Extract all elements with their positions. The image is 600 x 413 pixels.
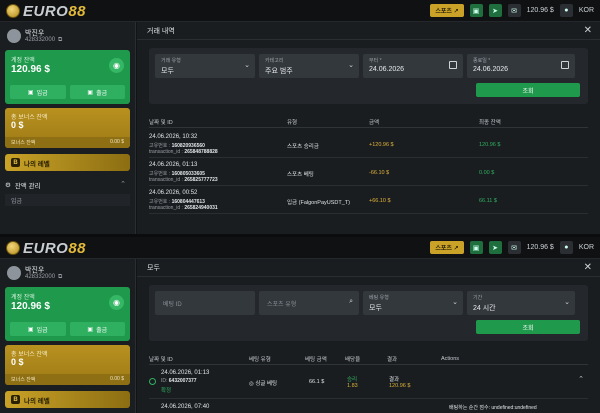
period-select[interactable]: 기간 24 시간 ⌄ [467,291,575,315]
sports-link[interactable]: 스포츠 ↗ [430,241,464,254]
balance-label: 계정 잔액 [11,295,35,301]
balance-management-section[interactable]: ⚙ 잔액 관리 ⌃ [5,177,130,192]
filter-panel: 거래 유형 모두 ⌄ 카테고리 주요 범주 ⌄ 부터 * 24.06.2026 … [149,48,588,104]
modal-title: 모두 [147,264,160,272]
search-button[interactable]: 조회 [476,83,580,97]
deposit-icon: ▣ [27,89,34,96]
header-balance: 120.96 $ [526,7,554,14]
telegram-icon[interactable]: ➤ [488,241,502,254]
logo-ball-icon [6,4,20,18]
bet-type-select[interactable]: 베팅 유형 모두 ⌄ [363,291,463,315]
withdraw-icon: ▣ [87,89,94,96]
withdraw-button[interactable]: ▣ 출금 [69,85,125,99]
top-bar: EURO88 스포츠 ↗ ▣ ➤ ✉ 120.96 $ ● KOR [0,237,600,259]
search-icon[interactable]: ⌕ [349,298,353,306]
calendar-icon[interactable] [449,61,457,69]
category-select[interactable]: 카테고리 주요 범주 ⌄ [259,54,359,78]
balance-value: 120.96 $ [11,301,50,312]
close-icon[interactable]: ✕ [584,262,592,273]
account-balance-card: 계정 잔액 120.96 $ ◉ ▣ 입금 ▣ 출금 [5,50,130,104]
table-row: 24.06.2026, 01:13 고유번호 : 160805033605 tr… [149,160,588,186]
wallet-icon[interactable]: ▣ [469,4,483,17]
withdraw-button[interactable]: ▣ 출금 [69,322,125,336]
account-balance-card: 계정 잔액 120.96 $ ◉ ▣ 입금 ▣ 출금 [5,287,130,341]
filter-panel: 베팅 ID 스포츠 유형 ⌕ 베팅 유형 모두 ⌄ 기간 24 시간 ⌄ 조회 [149,285,588,341]
user-id: 428332000 ⧉ [25,37,63,43]
profile-icon[interactable]: ● [559,4,573,17]
eye-icon[interactable]: ◉ [109,295,124,310]
bet-type-cell: ◎ 싱글 베팅 [249,381,278,387]
bonus-value: 0 $ [11,357,24,367]
level-icon: B [11,158,20,167]
bet-history-screen: EURO88 스포츠 ↗ ▣ ➤ ✉ 120.96 $ ● KOR 박진우 42… [0,234,600,413]
sports-link[interactable]: 스포츠 ↗ [430,4,464,17]
deposit-button[interactable]: ▣ 입금 [10,322,66,336]
calendar-icon[interactable] [561,61,569,69]
notification-icon[interactable]: ✉ [507,241,521,254]
sidebar: 박진우 428332000 ⧉ 계정 잔액 120.96 $ ◉ ▣ 입금 ▣ 출금 … [0,22,136,234]
sidebar-item-deposit[interactable]: 입금 [5,194,130,206]
header-balance: 120.96 $ [526,244,554,251]
sidebar: 박진우 428332000 ⧉ 계정 잔액 120.96 $ ◉ ▣ 입금 ▣ 출금 … [0,259,136,413]
chevron-down-icon: ⌄ [564,299,570,306]
transaction-history-screen: EURO88 스포츠 ↗ ▣ ➤ ✉ 120.96 $ ● KOR 박진우 42… [0,0,600,234]
withdraw-icon: ▣ [87,326,94,333]
transaction-modal: 거래 내역 ✕ 거래 유형 모두 ⌄ 카테고리 주요 범주 ⌄ 부터 * 24.0… [137,22,600,234]
modal-title: 거래 내역 [147,27,175,35]
table-row: 24.06.2026, 00:52 고유번호 : 160804447613 tr… [149,188,588,214]
chevron-down-icon: ⌄ [348,62,354,69]
chevron-down-icon: ⌄ [452,299,458,306]
bonus-balance-card: 총 보너스 잔액 0 $ 보너스 잔액 0.00 $ [5,345,130,385]
level-icon: B [11,395,20,404]
check-icon [149,378,156,385]
copy-icon[interactable]: ⧉ [58,274,62,280]
balance-label: 계정 잔액 [11,58,35,64]
table-header: 날짜 및 ID 유형 금액 최종 잔액 [149,116,588,128]
search-button[interactable]: 조회 [476,320,580,334]
avatar [7,266,21,280]
bet-id-input[interactable]: 베팅 ID [155,291,255,315]
table-row: 24.06.2026, 07:40 배팅하는 순간 점수: undefined:… [161,404,537,411]
gear-icon: ⚙ [5,181,11,189]
deposit-icon: ▣ [27,326,34,333]
transaction-type-select[interactable]: 거래 유형 모두 ⌄ [155,54,255,78]
bonus-balance-card: 총 보너스 잔액 0 $ 보너스 잔액 0.00 $ [5,108,130,148]
bonus-value: 0 $ [11,120,24,130]
start-date-field[interactable]: 부터 * 24.06.2026 [363,54,463,78]
user-info: 박진우 428332000 ⧉ [0,22,135,50]
logo[interactable]: EURO88 [6,239,86,257]
language-select[interactable]: KOR [579,244,594,251]
top-bar: EURO88 스포츠 ↗ ▣ ➤ ✉ 120.96 $ ● KOR [0,0,600,22]
my-level-button[interactable]: B 나의 레벨 [5,154,130,171]
table-row: 24.06.2026, 10:32 고유번호 : 160820936560 tr… [149,132,588,158]
chevron-up-icon: ⌃ [120,181,126,188]
logo-ball-icon [6,241,20,255]
eye-icon[interactable]: ◉ [109,58,124,73]
avatar [7,29,21,43]
table-header: 날짜 및 ID 베팅 유형 베팅 금액 배당율 결과 Actions [149,353,588,365]
logo[interactable]: EURO88 [6,2,86,20]
wallet-icon[interactable]: ▣ [469,241,483,254]
user-id: 428332000 ⧉ [25,274,63,280]
bet-history-modal: 모두 ✕ 베팅 ID 스포츠 유형 ⌕ 베팅 유형 모두 ⌄ 기간 24 시간 ⌄… [137,259,600,413]
user-info: 박진우 428332000 ⧉ [0,259,135,287]
deposit-button[interactable]: ▣ 입금 [10,85,66,99]
my-level-button[interactable]: B 나의 레벨 [5,391,130,408]
notification-icon[interactable]: ✉ [507,4,521,17]
language-select[interactable]: KOR [579,7,594,14]
close-icon[interactable]: ✕ [584,25,592,36]
balance-value: 120.96 $ [11,64,50,75]
copy-icon[interactable]: ⧉ [58,37,62,43]
chevron-down-icon: ⌄ [244,62,250,69]
end-date-field[interactable]: 종료일 * 24.06.2026 [467,54,575,78]
chevron-up-icon[interactable]: ⌃ [578,375,584,383]
sport-type-input[interactable]: 스포츠 유형 ⌕ [259,291,359,315]
telegram-icon[interactable]: ➤ [488,4,502,17]
table-row: 24.06.2026, 01:13 ID: 6432007377 확정 ◎ 싱글… [149,367,588,399]
profile-icon[interactable]: ● [559,241,573,254]
